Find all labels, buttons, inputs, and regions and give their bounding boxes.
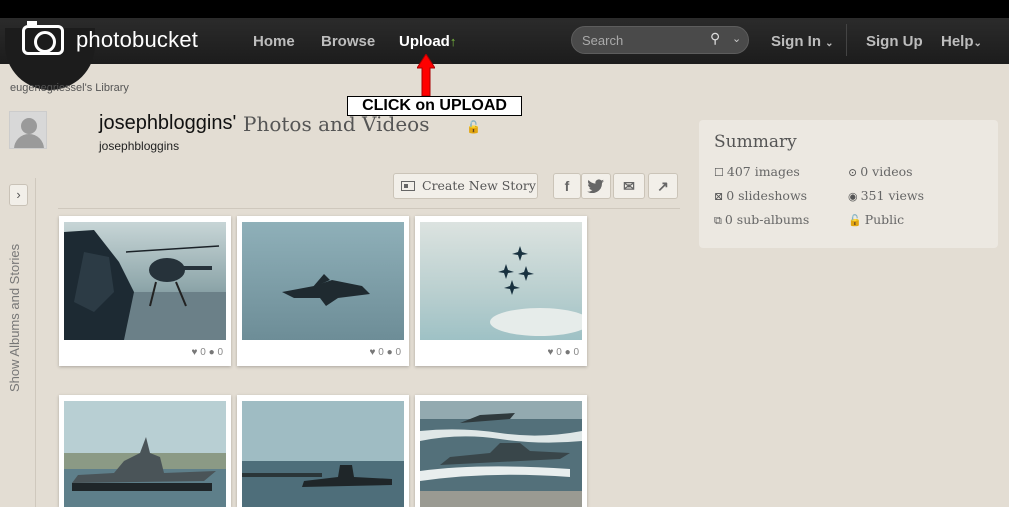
photo-thumbnail[interactable]: ♥ 0 ● 0 bbox=[415, 216, 587, 366]
photo-submarine[interactable] bbox=[242, 401, 404, 507]
photo-thumbnail[interactable] bbox=[415, 395, 587, 507]
nav-upload-label: Upload bbox=[399, 33, 450, 50]
content-divider bbox=[58, 208, 680, 209]
search-dropdown-chevron-icon[interactable]: ⌄ bbox=[732, 32, 741, 45]
summary-panel: Summary ☐ 407 images ⊙ 0 videos ⊠ 0 slidesh… bbox=[699, 120, 998, 248]
sign-in-label: Sign In bbox=[771, 33, 821, 50]
profile-owner-name: josephbloggins' bbox=[99, 112, 237, 134]
nav-separator bbox=[846, 24, 847, 56]
comment-count: 0 bbox=[573, 347, 579, 358]
stat-videos: ⊙ 0 videos bbox=[848, 164, 913, 179]
nav-home[interactable]: Home bbox=[253, 33, 295, 50]
like-count: 0 bbox=[556, 347, 562, 358]
nav-help[interactable]: Help⌄ bbox=[941, 33, 982, 50]
share-link-button[interactable]: ↗ bbox=[648, 173, 678, 199]
like-count: 0 bbox=[378, 347, 384, 358]
comment-count: 0 bbox=[217, 347, 223, 358]
jet-image-icon bbox=[242, 222, 404, 340]
summary-title: Summary bbox=[714, 132, 797, 152]
photo-formation[interactable] bbox=[420, 222, 582, 340]
unlock-icon: 🔓 bbox=[466, 120, 481, 134]
stat-subalbums: ⧉ 0 sub-albums bbox=[714, 212, 809, 228]
expand-sidebar-button[interactable]: › bbox=[9, 184, 28, 206]
photo-stats: ♥ 0 ● 0 bbox=[548, 347, 579, 358]
stat-images-value: 407 images bbox=[726, 164, 800, 179]
top-navbar: photobucket Home Browse Upload↑ ⚲ ⌄ Sign… bbox=[0, 18, 1009, 90]
breadcrumb-library[interactable]: eugenegriessel's Library bbox=[10, 82, 129, 94]
photo-patrol-boats[interactable] bbox=[420, 401, 582, 507]
stat-views: ◉ 351 views bbox=[848, 188, 924, 203]
help-label: Help bbox=[941, 33, 974, 50]
formation-jets-image-icon bbox=[420, 222, 582, 340]
subalbum-icon: ⧉ bbox=[714, 214, 722, 227]
photo-helicopter[interactable] bbox=[64, 222, 226, 340]
slideshow-icon: ⊠ bbox=[714, 190, 724, 203]
like-count: 0 bbox=[200, 347, 206, 358]
logo-text: photobucket bbox=[76, 27, 199, 52]
photo-stats: ♥ 0 ● 0 bbox=[192, 347, 223, 358]
page-title: Photos and Videos bbox=[243, 112, 430, 136]
comment-count: 0 bbox=[395, 347, 401, 358]
photo-thumbnail[interactable]: ♥ 0 ● 0 bbox=[237, 216, 409, 366]
search-input[interactable] bbox=[582, 31, 702, 49]
search-icon[interactable]: ⚲ bbox=[710, 31, 720, 47]
stat-slideshows: ⊠ 0 slideshows bbox=[714, 188, 807, 203]
stat-images: ☐ 407 images bbox=[714, 164, 800, 179]
create-story-button[interactable]: Create New Story bbox=[393, 173, 538, 199]
helicopter-image-icon bbox=[64, 222, 226, 340]
photobucket-logo[interactable]: photobucket bbox=[22, 21, 199, 55]
stat-privacy-value: Public bbox=[864, 212, 905, 227]
patrol-boats-image-icon bbox=[420, 401, 582, 507]
heart-icon[interactable]: ♥ bbox=[370, 347, 376, 358]
nav-sign-up[interactable]: Sign Up bbox=[866, 33, 923, 50]
comment-icon[interactable]: ● bbox=[209, 347, 215, 358]
search-box: ⚲ ⌄ bbox=[571, 26, 749, 54]
twitter-icon bbox=[587, 179, 604, 194]
camera-icon bbox=[22, 21, 64, 55]
eye-icon: ◉ bbox=[848, 190, 858, 203]
unlock-icon: 🔓 bbox=[848, 214, 862, 227]
story-icon bbox=[401, 181, 415, 191]
stat-privacy: 🔓 Public bbox=[848, 212, 904, 227]
heart-icon[interactable]: ♥ bbox=[548, 347, 554, 358]
warship-image-icon bbox=[64, 401, 226, 507]
create-story-label: Create New Story bbox=[422, 178, 536, 193]
comment-icon[interactable]: ● bbox=[565, 347, 571, 358]
photo-stats: ♥ 0 ● 0 bbox=[370, 347, 401, 358]
image-icon: ☐ bbox=[714, 166, 724, 179]
nav-upload[interactable]: Upload↑ bbox=[399, 33, 456, 50]
submarine-image-icon bbox=[242, 401, 404, 507]
photo-warship[interactable] bbox=[64, 401, 226, 507]
profile-username[interactable]: josephbloggins bbox=[99, 139, 179, 153]
photo-thumbnail[interactable]: ♥ 0 ● 0 bbox=[59, 216, 231, 366]
twitter-share-button[interactable] bbox=[581, 173, 611, 199]
comment-icon[interactable]: ● bbox=[387, 347, 393, 358]
red-arrow-annotation-icon bbox=[417, 54, 435, 96]
photo-thumbnail[interactable] bbox=[59, 395, 231, 507]
heart-icon[interactable]: ♥ bbox=[192, 347, 198, 358]
avatar[interactable] bbox=[9, 111, 47, 149]
photo-thumbnail[interactable] bbox=[237, 395, 409, 507]
show-albums-label[interactable]: Show Albums and Stories bbox=[7, 244, 22, 392]
chevron-down-icon: ⌄ bbox=[825, 38, 834, 49]
stat-subalbums-value: 0 sub-albums bbox=[724, 212, 810, 227]
chevron-down-icon: ⌄ bbox=[973, 38, 982, 49]
stat-views-value: 351 views bbox=[860, 188, 925, 203]
upload-arrow-icon: ↑ bbox=[449, 34, 457, 49]
nav-browse[interactable]: Browse bbox=[321, 33, 375, 50]
window-top-strip bbox=[0, 0, 1009, 18]
nav-sign-in[interactable]: Sign In ⌄ bbox=[771, 33, 834, 50]
email-share-button[interactable]: ✉ bbox=[613, 173, 645, 199]
video-icon: ⊙ bbox=[848, 166, 858, 179]
stat-slideshows-value: 0 slideshows bbox=[726, 188, 808, 203]
photo-jet[interactable] bbox=[242, 222, 404, 340]
stat-videos-value: 0 videos bbox=[860, 164, 913, 179]
facebook-share-button[interactable]: f bbox=[553, 173, 581, 199]
